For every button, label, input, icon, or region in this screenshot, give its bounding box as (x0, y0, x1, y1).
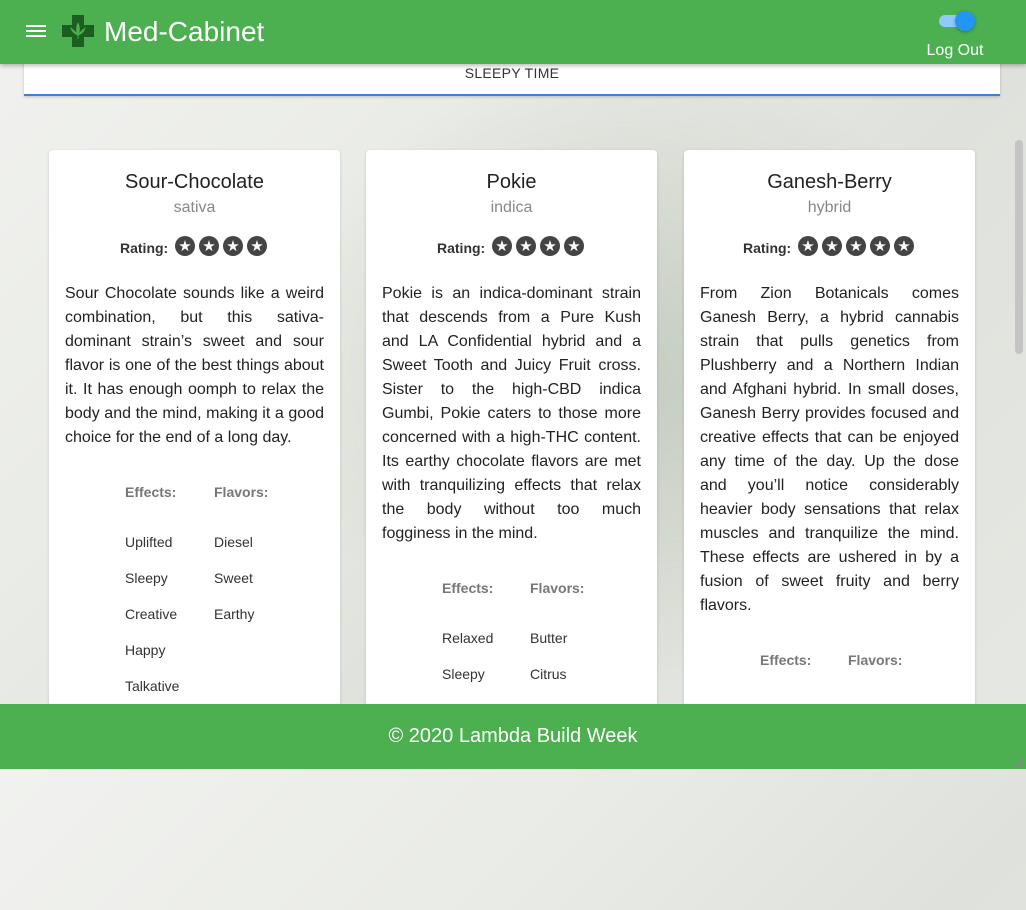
strain-card: Pokie indica Rating: ★ ★ ★ ★ Pokie is an… (366, 150, 657, 750)
rating-row: Rating: ★ ★ ★ ★ (49, 236, 340, 262)
star-icon: ★ (846, 236, 866, 256)
star-icon: ★ (798, 236, 818, 256)
star-icon: ★ (822, 236, 842, 256)
star-icon: ★ (199, 236, 219, 256)
star-icon: ★ (516, 236, 536, 256)
flavor-item: Butter (530, 630, 568, 646)
effect-item: Sleepy (125, 570, 168, 586)
star-icon: ★ (870, 236, 890, 256)
strain-attributes: Effects: Uplifted Sleepy Creative Happy … (49, 482, 340, 742)
star-icon: ★ (247, 236, 267, 256)
strain-description: Sour Chocolate sounds like a weird combi… (65, 285, 324, 446)
effect-item: Relaxed (442, 630, 494, 646)
strain-card: Sour-Chocolate sativa Rating: ★ ★ ★ ★ So… (49, 150, 340, 750)
strain-description: Pokie is an indica-dominant strain that … (382, 285, 641, 542)
theme-toggle[interactable] (937, 10, 977, 32)
effect-item: Talkative (125, 678, 180, 694)
strain-type: indica (490, 199, 533, 216)
strain-name: Sour-Chocolate (125, 171, 264, 193)
rating-stars: ★ ★ ★ ★ (492, 236, 584, 256)
app-title: Med-Cabinet (104, 16, 265, 47)
star-icon: ★ (894, 236, 914, 256)
flavor-item: Earthy (214, 606, 255, 622)
star-icon: ★ (564, 236, 584, 256)
app-bar: Med-Cabinet Log Out (0, 0, 1026, 64)
effects-heading: Effects: (442, 580, 494, 596)
medical-cross-leaf-icon (62, 15, 94, 47)
star-icon: ★ (223, 236, 243, 256)
flavors-heading: Flavors: (848, 652, 903, 668)
logout-button[interactable]: Log Out (920, 42, 990, 60)
flavor-item: Diesel (214, 534, 253, 550)
effects-heading: Effects: (125, 484, 177, 500)
active-tab-indicator (24, 94, 1000, 96)
strain-description: From Zion Botanicals comes Ganesh Berry,… (700, 285, 959, 614)
menu-icon[interactable] (26, 22, 46, 42)
flavors-heading: Flavors: (214, 484, 269, 500)
star-icon: ★ (175, 236, 195, 256)
effect-item: Happy (125, 642, 166, 658)
effects-heading: Effects: (760, 652, 812, 668)
strain-card: Ganesh-Berry hybrid Rating: ★ ★ ★ ★ ★ Fr… (684, 150, 975, 750)
resize-grip-icon[interactable] (1012, 755, 1024, 767)
flavor-item: Sweet (214, 570, 253, 586)
strain-name: Pokie (486, 171, 537, 193)
flavor-item: Citrus (530, 666, 567, 682)
star-icon: ★ (492, 236, 512, 256)
rating-stars: ★ ★ ★ ★ ★ (798, 236, 914, 256)
scrollbar[interactable] (1015, 140, 1023, 354)
strain-name: Ganesh-Berry (767, 171, 892, 193)
rating-stars: ★ ★ ★ ★ (175, 236, 267, 256)
flavors-heading: Flavors: (530, 580, 585, 596)
rating-row: Rating: ★ ★ ★ ★ (366, 236, 657, 262)
rating-label: Rating: (437, 240, 486, 256)
rating-label: Rating: (743, 240, 792, 256)
rating-label: Rating: (120, 240, 169, 256)
strain-type: hybrid (807, 199, 852, 216)
effect-item: Uplifted (125, 534, 173, 550)
effect-item: Sleepy (442, 666, 485, 682)
footer: © 2020 Lambda Build Week (0, 704, 1026, 769)
flavors-list: Flavors: Diesel Sweet Earthy (214, 482, 268, 640)
tab-sleepy-time[interactable]: SLEEPY TIME (24, 64, 1000, 94)
strain-type: sativa (173, 199, 216, 216)
strain-attributes: Effects: Euphoric Flavors: Flowery (684, 650, 975, 910)
star-icon: ★ (540, 236, 560, 256)
effect-item: Creative (125, 606, 178, 622)
rating-row: Rating: ★ ★ ★ ★ ★ (684, 236, 975, 262)
effects-list: Effects: Uplifted Sleepy Creative Happy … (125, 482, 179, 712)
